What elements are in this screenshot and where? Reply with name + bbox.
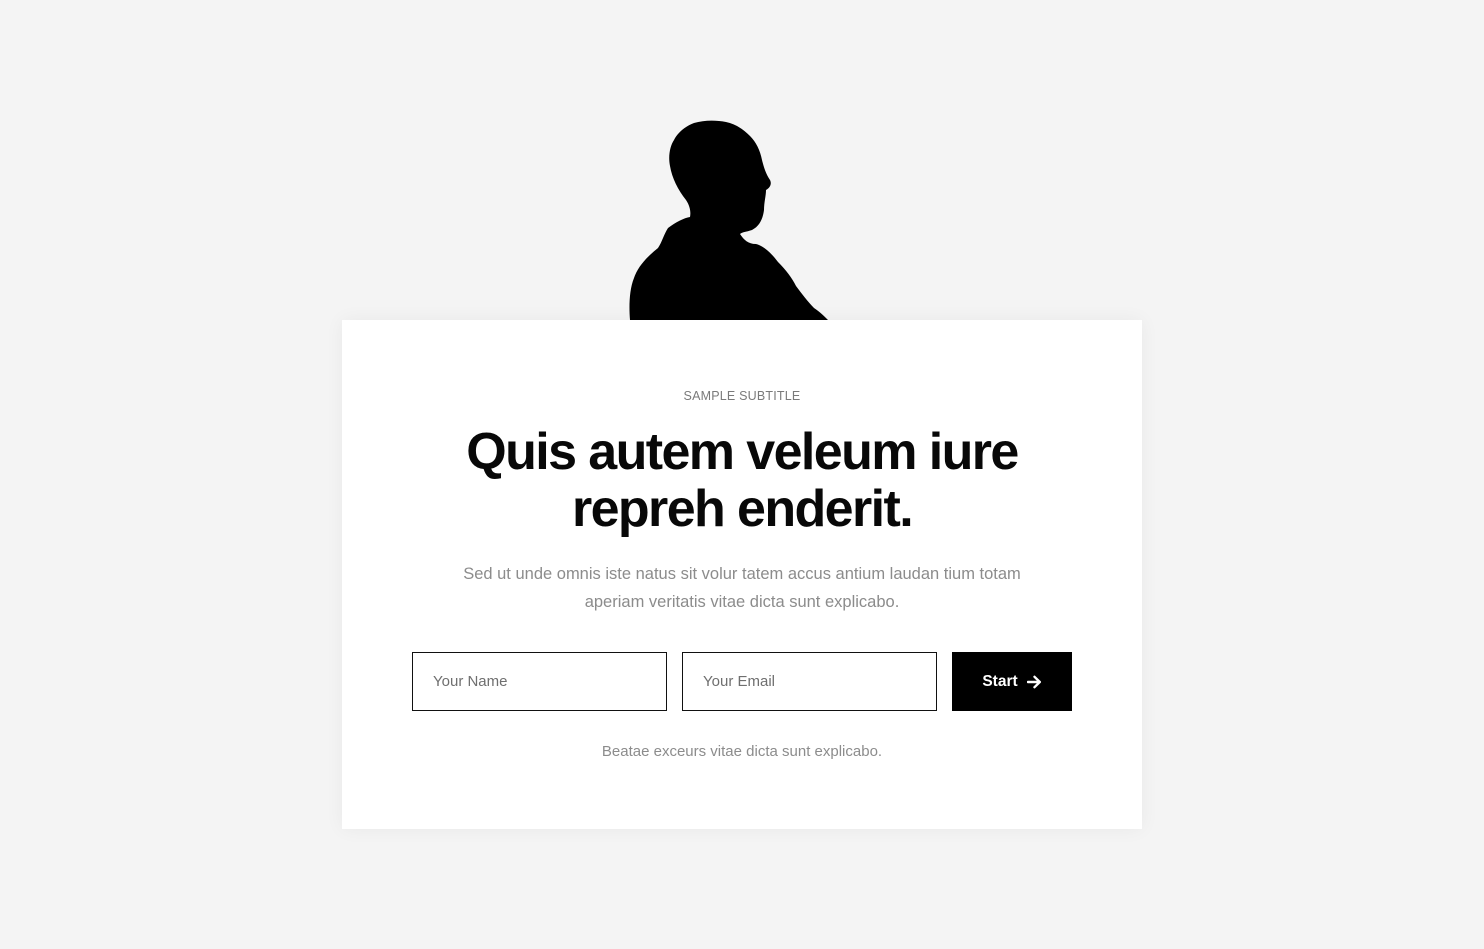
email-input[interactable]: [682, 652, 937, 711]
person-silhouette-image: [628, 118, 830, 322]
name-input[interactable]: [412, 652, 667, 711]
card-footnote: Beatae exceurs vitae dicta sunt explicab…: [601, 743, 883, 760]
card-description: Sed ut unde omnis iste natus sit volur t…: [463, 565, 1021, 611]
signup-card: SAMPLE SUBTITLE Quis autem veleum iure r…: [342, 320, 1142, 829]
card-headline: Quis autem veleum iure repreh enderit.: [466, 423, 1019, 538]
start-button-label: Start: [982, 672, 1018, 690]
arrow-right-icon: [1026, 675, 1042, 689]
card-subtitle: SAMPLE SUBTITLE: [683, 389, 801, 403]
start-button[interactable]: Start: [952, 652, 1072, 711]
